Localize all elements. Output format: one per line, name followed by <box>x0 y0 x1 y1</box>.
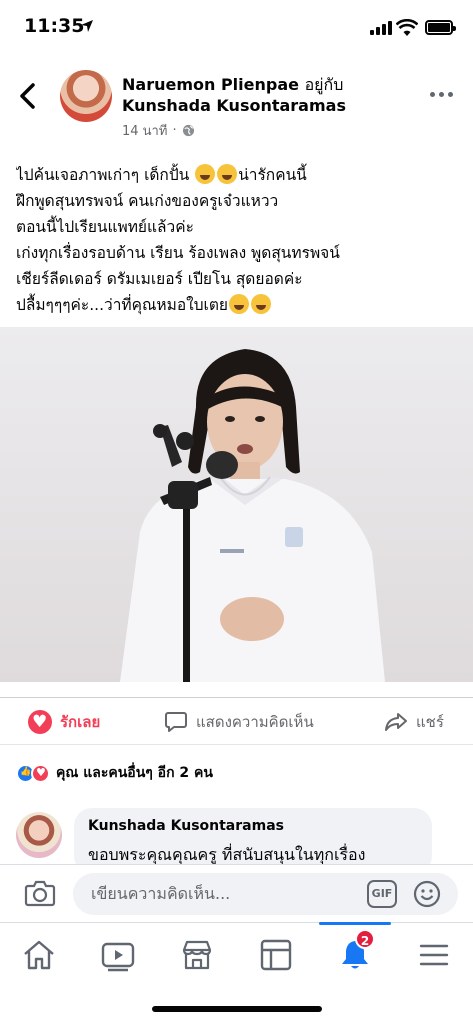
post-meta: 14 นาที · <box>122 120 195 141</box>
photo-illustration <box>0 327 473 682</box>
back-chevron-icon[interactable] <box>14 80 42 112</box>
location-arrow-icon <box>81 20 93 32</box>
author-avatar[interactable] <box>60 70 112 122</box>
comment-input[interactable]: เขียนความคิดเห็น... GIF <box>73 873 458 915</box>
camera-icon[interactable] <box>24 879 56 907</box>
menu-hamburger-icon[interactable] <box>416 937 452 973</box>
post-text-line: ปลื้มๆๆๆค่ะ...ว่าที่คุณหมอใบเตย <box>16 292 461 318</box>
with-label: อยู่กับ <box>304 75 344 94</box>
love-reaction-icon <box>31 763 50 783</box>
heart-icon <box>28 710 52 734</box>
home-icon[interactable] <box>21 937 57 973</box>
comment-label: แสดงความคิดเห็น <box>196 713 314 731</box>
battery-icon <box>425 20 456 35</box>
watch-video-icon[interactable] <box>100 937 136 973</box>
reactions-text: คุณ และคนอื่นๆ อีก 2 คน <box>56 765 213 781</box>
status-bar: 11:35 <box>0 0 473 58</box>
share-arrow-icon <box>385 713 407 731</box>
comment-bubble-icon <box>165 712 187 732</box>
post-text-line: เชียร์ลีดเดอร์ ดรัมเมเยอร์ เปียโน สุดยอด… <box>16 270 303 288</box>
gif-button[interactable]: GIF <box>367 880 397 908</box>
post-time[interactable]: 14 นาที <box>122 120 167 141</box>
share-button[interactable]: แชร์ <box>384 710 444 734</box>
commenter-avatar[interactable] <box>16 812 62 858</box>
love-reaction-button[interactable]: รักเลย <box>28 710 100 734</box>
cellular-signal-icon <box>370 21 392 35</box>
heart-eyes-emoji-icon <box>250 294 271 314</box>
post-text: ไปค้นเจอภาพเก่าๆ เด็กปั้น น่ารักคนนี้ ฝึ… <box>16 162 461 318</box>
comment-composer: เขียนความคิดเห็น... GIF <box>0 864 473 922</box>
meta-dot: · <box>172 123 177 138</box>
love-label: รักเลย <box>60 713 101 731</box>
commenter-name[interactable]: Kunshada Kusontaramas <box>88 818 418 834</box>
status-time: 11:35 <box>24 15 85 37</box>
marketplace-icon[interactable] <box>179 937 215 973</box>
bottom-tab-bar: 2 <box>0 922 473 994</box>
comment-input-placeholder: เขียนความคิดเห็น... <box>91 884 231 903</box>
post-author-line[interactable]: Naruemon Plienpae อยู่กับ Kunshada Kuson… <box>122 74 422 116</box>
share-label: แชร์ <box>416 713 444 731</box>
heart-eyes-emoji-icon <box>217 164 238 184</box>
notifications-badge: 2 <box>355 929 375 949</box>
post-text-line: ไปค้นเจอภาพเก่าๆ เด็กปั้น น่ารักคนนี้ <box>16 164 307 184</box>
tagged-name[interactable]: Kunshada Kusontaramas <box>122 96 346 115</box>
tab-notifications[interactable]: 2 <box>319 922 391 973</box>
post-text-line: ฝึกพูดสุนทรพจน์ คนเก่งของครูเจ๋วแหวว <box>16 192 279 210</box>
comment-button[interactable]: แสดงความคิดเห็น <box>164 710 314 734</box>
reactions-summary[interactable]: คุณ และคนอื่นๆ อีก 2 คน <box>16 762 213 784</box>
more-options-icon[interactable] <box>430 92 453 97</box>
post-action-bar: รักเลย แสดงความคิดเห็น แชร์ <box>0 697 473 745</box>
post-text-line: ตอนนี้ไปเรียนแพทย์แล้วค่ะ <box>16 218 194 236</box>
star-struck-emoji-icon <box>228 294 249 314</box>
author-name[interactable]: Naruemon Plienpae <box>122 75 299 94</box>
globe-icon <box>182 124 194 137</box>
post-photo[interactable] <box>0 327 473 682</box>
reaction-icons <box>16 763 50 783</box>
emoji-smile-icon[interactable] <box>413 880 441 908</box>
home-indicator <box>152 1006 322 1012</box>
pages-icon[interactable] <box>258 937 294 973</box>
post-text-line: เก่งทุกเรื่องรอบด้าน เรียน ร้องเพลง พูดส… <box>16 244 340 262</box>
star-struck-emoji-icon <box>195 164 216 184</box>
wifi-icon <box>396 19 418 36</box>
